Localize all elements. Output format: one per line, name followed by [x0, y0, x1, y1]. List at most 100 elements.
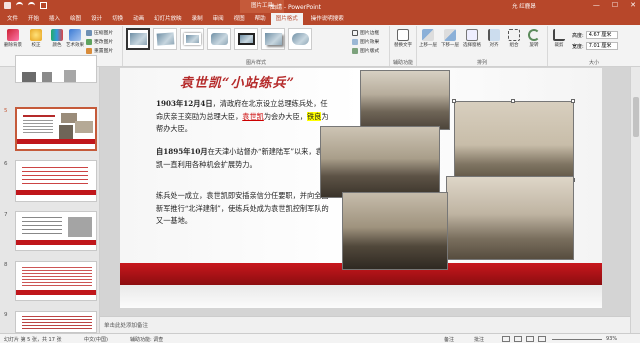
picture-style-1[interactable] [126, 28, 150, 50]
tab-7[interactable]: 幻灯片放映 [149, 13, 187, 25]
language-status[interactable]: 中文(中国) [84, 336, 108, 343]
tab-6[interactable]: 动画 [128, 13, 149, 25]
picture-style-2[interactable] [153, 28, 177, 50]
ribbon-tabs: 文件 开始 插入 绘图 设计 切换 动画 幻灯片放映 录制 审阅 视图 帮助 图片格式 操作说明搜索 [0, 13, 640, 25]
slide-editing-canvas[interactable]: 袁世凯“小站练兵” 1903年12月4日，清政府在北京设立总理练兵处，任命庆亲王… [100, 67, 630, 316]
resize-handle[interactable] [571, 99, 575, 103]
tab-1[interactable]: 开始 [23, 13, 44, 25]
slide-title[interactable]: 袁世凯“小站练兵” [180, 72, 295, 91]
photo-airship-selected[interactable] [454, 101, 574, 181]
save-icon[interactable] [4, 2, 11, 9]
picture-layout-button[interactable]: 图片版式 [352, 47, 379, 54]
grey-base-band [120, 285, 602, 308]
height-input[interactable]: 4.67 厘米 [585, 31, 618, 39]
tab-5[interactable]: 切换 [107, 13, 128, 25]
slide-thumb-5[interactable]: 5 [2, 107, 98, 153]
photo-cannon-crew[interactable] [342, 192, 448, 270]
accessibility-group-label: 辅助功能 [392, 60, 413, 66]
picture-style-3[interactable] [180, 28, 204, 50]
compress-pictures-button[interactable]: 压缩图片 [86, 29, 113, 36]
tab-11[interactable]: 帮助 [250, 13, 271, 25]
notes-placeholder: 单击此处添加备注 [104, 323, 149, 329]
slide-sorter-icon[interactable] [514, 336, 522, 342]
notes-pane[interactable]: 单击此处添加备注 [100, 316, 630, 333]
zoom-slider[interactable] [552, 339, 602, 340]
vertical-scrollbar[interactable] [630, 67, 640, 333]
alt-text-button[interactable]: 替换文字 [392, 29, 414, 48]
picture-style-6[interactable] [261, 28, 285, 50]
paragraph-1[interactable]: 1903年12月4日，清政府在北京设立总理练兵处，任命庆亲王奕劻为总理大臣，袁世… [156, 98, 332, 136]
compress-label: 压缩图片 [94, 31, 114, 36]
slide-thumb-4[interactable] [2, 55, 98, 97]
zoom-level[interactable]: 93% [606, 336, 617, 342]
arrange-group-label: 排列 [476, 60, 487, 66]
rotate-button[interactable]: 旋转 [523, 29, 545, 48]
comments-button[interactable]: 批注 [474, 336, 484, 343]
resize-handle[interactable] [452, 99, 456, 103]
scroll-thumb[interactable] [633, 97, 639, 137]
artistic-effects-button[interactable]: 艺术效果 [64, 29, 86, 48]
reading-view-icon[interactable] [526, 336, 534, 342]
align-label: 对齐 [489, 43, 499, 48]
selection-pane-label: 选择窗格 [463, 43, 481, 48]
accessibility-status[interactable]: 辅助功能: 调查 [130, 336, 163, 343]
slide-thumb-8[interactable]: 8 [2, 261, 98, 303]
bring-forward-button[interactable]: 上移一层 [417, 29, 439, 48]
bring-forward-label: 上移一层 [419, 43, 437, 48]
group-button[interactable]: 组合 [503, 29, 525, 48]
undo-icon[interactable] [16, 2, 23, 9]
corrections-button[interactable]: 校正 [25, 29, 47, 48]
close-button[interactable]: ✕ [630, 1, 636, 9]
crop-button[interactable]: 裁剪 [548, 29, 570, 48]
bring-forward-icon [422, 29, 434, 41]
tab-9[interactable]: 审阅 [208, 13, 229, 25]
slideshow-icon[interactable] [538, 336, 546, 342]
picture-style-7[interactable] [288, 28, 312, 50]
picture-border-button[interactable]: 图片边框 [352, 29, 379, 36]
picture-style-5[interactable] [234, 28, 258, 50]
picture-style-4[interactable] [207, 28, 231, 50]
picture-layout-icon [352, 47, 358, 54]
normal-view-icon[interactable] [502, 336, 510, 342]
maximize-button[interactable]: ☐ [612, 1, 618, 9]
picture-effects-button[interactable]: 图片效果 [352, 38, 379, 45]
selection-pane-button[interactable]: 选择窗格 [461, 29, 483, 48]
height-control: 高度: 4.67 厘米 [572, 31, 618, 39]
p1-name-yuan: 袁世凯 [242, 111, 264, 121]
paragraph-3[interactable]: 练兵处一成立，袁世凯即安插亲信分任要职，并向全国新军推行“北洋建制”，使练兵处成… [156, 190, 332, 228]
tab-8[interactable]: 录制 [187, 13, 208, 25]
tab-12[interactable]: 图片格式 [270, 13, 303, 25]
tab-3[interactable]: 绘图 [65, 13, 86, 25]
photo-soldiers-parade[interactable] [446, 176, 574, 260]
minimize-button[interactable]: — [593, 1, 600, 9]
tab-0[interactable]: 文件 [2, 13, 23, 25]
present-icon[interactable] [40, 2, 47, 9]
width-input[interactable]: 7.01 厘米 [585, 42, 618, 50]
send-backward-button[interactable]: 下移一层 [439, 29, 461, 48]
slide-number: 5 [4, 108, 8, 114]
remove-background-button[interactable]: 删除背景 [2, 29, 24, 48]
user-name[interactable]: 允 红鹿昂 [512, 2, 536, 10]
resize-handle[interactable] [511, 99, 515, 103]
window-controls: — ☐ ✕ [593, 1, 636, 9]
tab-10[interactable]: 视图 [229, 13, 250, 25]
photo-troops-marching[interactable] [360, 70, 450, 130]
slide-thumb-9[interactable]: 9 [2, 311, 98, 333]
paragraph-2[interactable]: 自1895年10月在天津小站督办“新建陆军”以来，袁世凯一直利用各种机会扩展势力… [156, 146, 332, 171]
picture-border-icon [352, 29, 358, 36]
slide-thumb-6[interactable]: 6 [2, 160, 98, 204]
change-picture-button[interactable]: 更改图片 [86, 38, 113, 45]
tab-4[interactable]: 设计 [86, 13, 107, 25]
slide-thumbnails-panel[interactable]: 5 6 7 8 9 [0, 55, 100, 333]
tab-2[interactable]: 插入 [44, 13, 65, 25]
photo-artillery-field[interactable] [320, 126, 440, 198]
reset-picture-button[interactable]: 重置图片 [86, 47, 113, 54]
accessibility-group: 替换文字 辅助功能 [390, 26, 417, 66]
slide-thumb-7[interactable]: 7 [2, 211, 98, 253]
notes-button[interactable]: 备注 [444, 336, 454, 343]
compress-icon [86, 29, 92, 36]
tell-me-search[interactable]: 操作说明搜索 [311, 13, 344, 25]
align-button[interactable]: 对齐 [483, 29, 505, 48]
redo-icon[interactable] [28, 2, 35, 9]
current-slide[interactable]: 袁世凯“小站练兵” 1903年12月4日，清政府在北京设立总理练兵处，任命庆亲王… [120, 68, 602, 308]
